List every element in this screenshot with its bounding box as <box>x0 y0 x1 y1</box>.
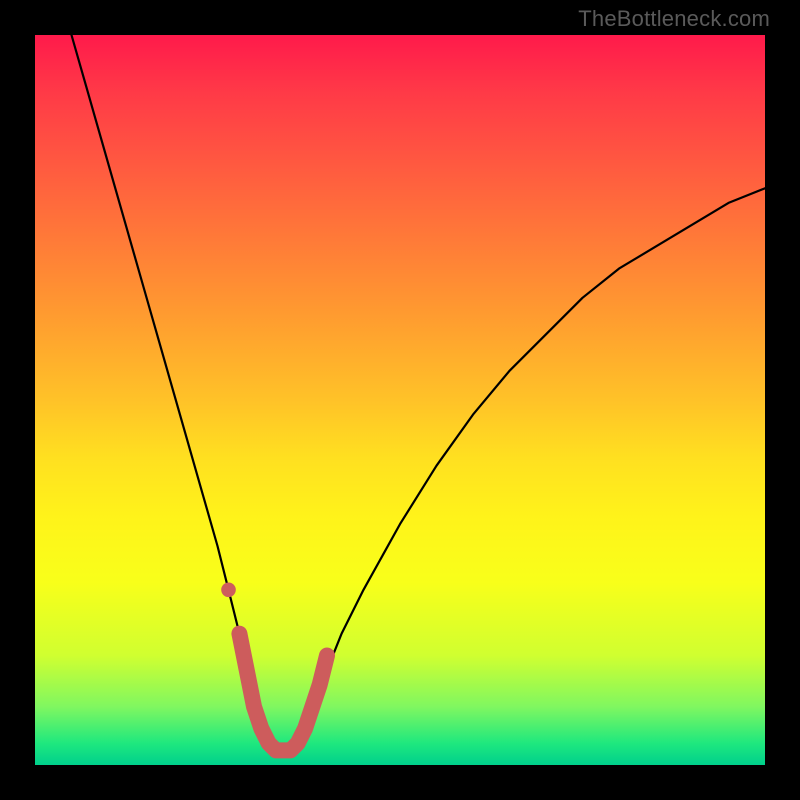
curve-layer <box>35 35 765 765</box>
attribution-label: TheBottleneck.com <box>578 6 770 32</box>
highlight-start-dot <box>221 583 236 598</box>
chart-frame: TheBottleneck.com <box>0 0 800 800</box>
bottleneck-curve <box>72 35 766 750</box>
highlight-trough <box>239 634 327 751</box>
